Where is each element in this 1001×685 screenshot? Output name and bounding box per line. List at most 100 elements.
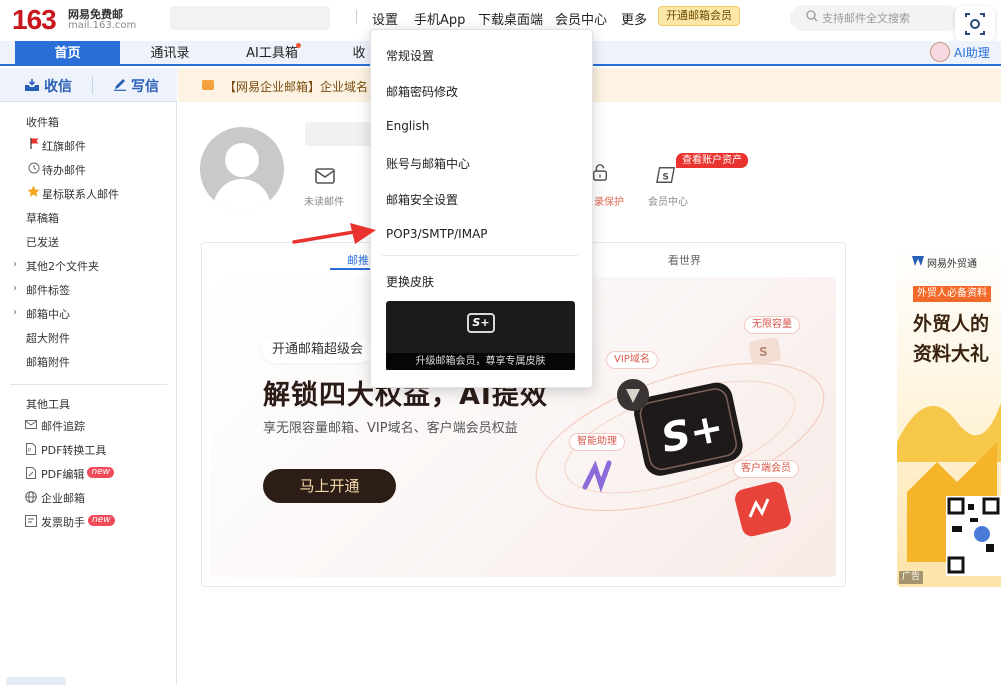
sidebar-item-todo[interactable]: 待办邮件 [42,162,86,178]
notice-text[interactable]: 【网易企业邮箱】企业域名 [224,78,368,95]
inbox-receive-icon [25,79,39,91]
view-assets-badge[interactable]: 查看账户资产 [676,153,748,168]
sidebar-item-large-attachments[interactable]: 超大附件 [26,330,70,346]
tab-mail-recommend[interactable]: 邮推 [347,252,369,268]
sidebar-item-other-folders[interactable]: 其他2个文件夹 [26,258,99,274]
divider [10,384,167,385]
mail-track-icon [25,420,37,429]
tool-invoice-label: 发票助手 [41,516,85,529]
sidebar-item-starred-contacts[interactable]: 星标联系人邮件 [42,186,119,202]
tool-invoice-assistant[interactable]: 发票助手 new [41,514,115,530]
write-mail-button[interactable]: 写信 [131,76,159,96]
ad-tag: 外贸人必备资料 [913,286,991,302]
activate-now-button[interactable]: 马上开通 [263,469,396,503]
pill-client-member: 客户端会员 [733,460,799,478]
unread-mail-label[interactable]: 未读邮件 [304,193,344,208]
notice-icon [202,80,214,90]
new-badge: new [88,515,115,526]
menu-item-security-settings[interactable]: 邮箱安全设置 [386,191,458,208]
vip-open-button[interactable]: 开通邮箱会员 [658,6,740,26]
logo-number[interactable]: 163 [12,6,57,34]
tool-pdf-edit-label: PDF编辑 [41,468,85,481]
chevron-right-icon: › [13,307,17,318]
nav-member-center[interactable]: 会员中心 [555,9,607,28]
chevron-right-icon: › [13,259,17,270]
svg-text:S: S [662,173,669,183]
lock-icon[interactable] [590,163,610,181]
login-protect-label[interactable]: 录保护 [594,193,624,208]
search-placeholder: 支持邮件全文搜索 [822,12,910,25]
invoice-icon [25,515,37,527]
menu-item-account-center[interactable]: 账号与邮箱中心 [386,155,470,172]
sidebar-item-attachments[interactable]: 邮箱附件 [26,354,70,370]
account-name-blurred [170,6,330,30]
pill-vip-domain: VIP域名 [606,351,658,369]
ad-title-line2: 资料大礼 [913,343,990,365]
active-tab-indicator [330,268,370,270]
envelope-icon[interactable] [315,167,335,185]
search-icon [806,10,818,22]
tab-inbox-partial[interactable]: 收 [348,41,370,66]
divider [356,10,357,24]
waimao-logo-icon [912,256,924,266]
sidebar-item-inbox[interactable]: 收件箱 [26,114,59,130]
qr-code [946,496,1001,576]
tool-pdf-edit[interactable]: PDF编辑 new [41,466,115,482]
ad-brand: 网易外贸通 [927,259,977,270]
member-center-label[interactable]: 会员中心 [648,193,688,208]
skin-logo: S+ [467,313,495,333]
nav-settings[interactable]: 设置 [372,9,398,28]
ad-title-line1: 外贸人的 [913,313,990,335]
sidebar-item-mail-center[interactable]: 邮箱中心 [26,306,70,322]
member-s-icon[interactable]: S [656,166,676,184]
scan-button[interactable] [955,6,995,42]
receive-mail-button[interactable]: 收信 [44,76,72,96]
red-flag-icon [30,138,39,149]
banner-tag: 开通邮箱超级会 [262,337,374,363]
pill-smart-assistant: 智能助理 [569,433,625,451]
star-icon [27,185,40,197]
sidebar [0,68,177,685]
new-dot [296,43,301,48]
pdf-edit-icon [26,467,36,479]
ad-label: 广告 [899,571,924,584]
tool-pdf-convert[interactable]: PDF转换工具 [41,442,106,458]
tab-home[interactable]: 首页 [15,41,120,66]
sidebar-item-flagged[interactable]: 红旗邮件 [42,138,86,154]
sidebar-item-mail-tags[interactable]: 邮件标签 [26,282,70,298]
default-avatar-icon [212,143,272,211]
tool-enterprise-mail[interactable]: 企业邮箱 [41,490,85,506]
menu-item-pop3-smtp-imap[interactable]: POP3/SMTP/IMAP [386,227,488,241]
menu-item-change-skin[interactable]: 更换皮肤 [386,273,434,290]
logo-url: mail.163.com [68,20,137,31]
tool-mail-tracking[interactable]: 邮件追踪 [41,418,85,434]
scan-icon [965,13,985,35]
divider [382,255,578,256]
new-badge: new [87,467,115,478]
tab-see-world[interactable]: 看世界 [668,252,701,268]
pencil-icon [114,79,126,91]
nav-more[interactable]: 更多 [621,9,647,28]
globe-icon [25,491,37,503]
annotation-arrow-icon [292,223,376,244]
nav-download-desktop[interactable]: 下载桌面端 [478,9,543,28]
menu-item-general-settings[interactable]: 常规设置 [386,47,434,64]
divider [92,76,93,94]
banner-subtitle: 享无限容量邮箱、VIP域名、客户端会员权益 [263,421,518,436]
svg-text:S: S [759,345,768,359]
sidebar-item-sent[interactable]: 已发送 [26,234,59,250]
tab-contacts[interactable]: 通讯录 [130,41,210,66]
user-name-blurred [305,122,375,146]
menu-item-change-password[interactable]: 邮箱密码修改 [386,83,458,100]
mail-app: 163 网易免费邮 mail.163.com 设置 手机App 下载桌面端 会员… [0,0,1001,685]
pill-unlimited-storage: 无限容量 [744,316,800,334]
sidebar-item-drafts[interactable]: 草稿箱 [26,210,59,226]
user-avatar[interactable] [200,127,284,211]
sidebar-bottom-button[interactable] [6,677,66,685]
ai-assistant-button[interactable]: AI助理 [928,42,994,64]
chevron-right-icon: › [13,283,17,294]
menu-item-english[interactable]: English [386,119,429,133]
svg-text:P: P [28,448,31,454]
skin-caption: 升级邮箱会员，尊享专属皮肤 [386,353,575,370]
nav-mobile-app[interactable]: 手机App [414,9,465,28]
